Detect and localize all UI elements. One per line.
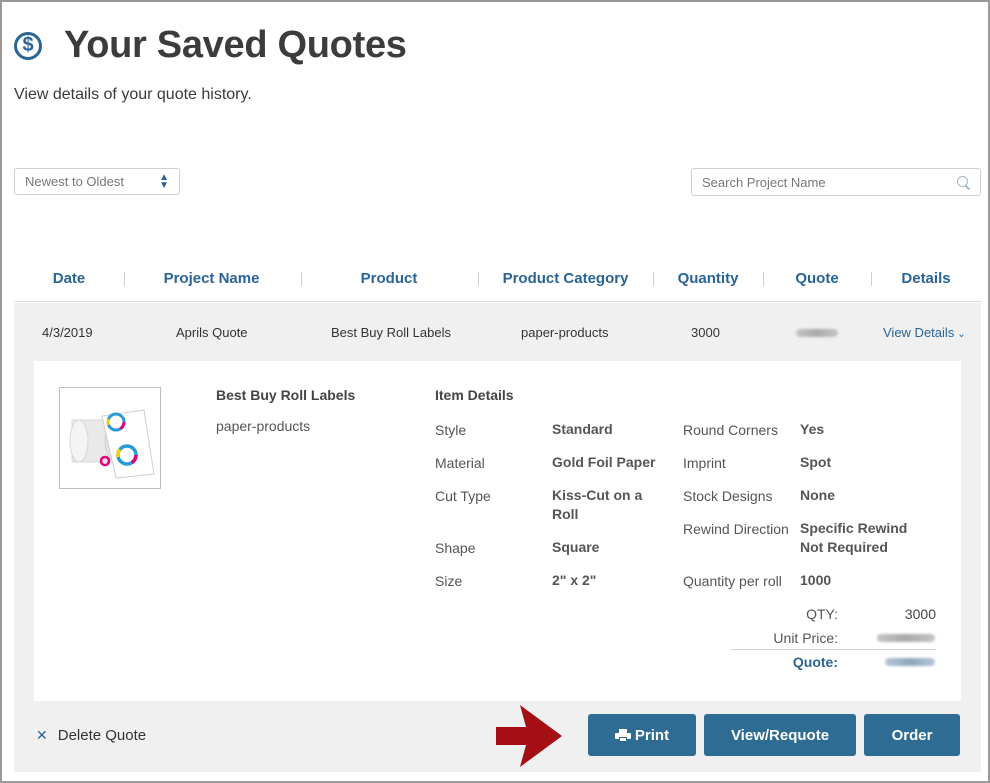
totals-divider bbox=[731, 649, 936, 650]
row-quantity: 3000 bbox=[691, 325, 720, 340]
table-header: Date Project Name Product Product Catego… bbox=[14, 262, 981, 302]
unit-price-redacted bbox=[877, 634, 935, 642]
quote-detail-panel: Best Buy Roll Labels paper-products Item… bbox=[34, 361, 961, 701]
detail-product-category: paper-products bbox=[216, 418, 311, 434]
page-header: $ Your Saved Quotes bbox=[14, 24, 407, 67]
order-button[interactable]: Order bbox=[864, 714, 960, 756]
sort-caret-icon: ▲ ▼ bbox=[159, 171, 169, 191]
col-divider bbox=[653, 272, 654, 286]
spec-label: Round Corners bbox=[683, 422, 778, 438]
col-divider bbox=[871, 272, 872, 286]
detail-product-name: Best Buy Roll Labels bbox=[216, 387, 356, 403]
col-project-name[interactable]: Project Name bbox=[154, 270, 269, 287]
spec-value: None bbox=[800, 487, 835, 503]
row-project-name: Aprils Quote bbox=[176, 325, 248, 340]
spec-label: Stock Designs bbox=[683, 488, 773, 504]
print-label: Print bbox=[634, 726, 670, 744]
print-button[interactable]: Print bbox=[588, 714, 696, 756]
sort-selected-value: Newest to Oldest bbox=[25, 174, 124, 189]
spec-value: Square bbox=[552, 539, 600, 555]
qty-value: 3000 bbox=[904, 606, 936, 622]
col-date[interactable]: Date bbox=[39, 270, 99, 287]
spec-label: Size bbox=[435, 573, 463, 589]
search-icon[interactable] bbox=[956, 175, 971, 190]
col-divider bbox=[478, 272, 479, 286]
view-requote-button[interactable]: View/Requote bbox=[704, 714, 856, 756]
search-box[interactable] bbox=[691, 168, 981, 196]
spec-label: Cut Type bbox=[435, 488, 491, 504]
col-divider bbox=[763, 272, 764, 286]
page-subtitle: View details of your quote history. bbox=[14, 86, 252, 103]
spec-label: Quantity per roll bbox=[683, 573, 782, 589]
red-arrow-annotation bbox=[496, 705, 562, 767]
chevron-down-icon: ⌄ bbox=[957, 329, 966, 340]
delete-quote-label: Delete Quote bbox=[57, 727, 147, 744]
spec-label: Material bbox=[435, 455, 485, 471]
page-frame: $ Your Saved Quotes View details of your… bbox=[0, 0, 990, 783]
col-divider bbox=[124, 272, 125, 286]
page-title: Your Saved Quotes bbox=[64, 24, 407, 66]
spec-value: Specific Rewind Not Required bbox=[800, 520, 908, 555]
spec-label: Rewind Direction bbox=[683, 521, 789, 537]
spec-value: 2" x 2" bbox=[552, 572, 597, 588]
col-product-category[interactable]: Product Category bbox=[498, 270, 633, 287]
delete-quote-button[interactable]: ✕ Delete Quote bbox=[36, 727, 146, 744]
col-details[interactable]: Details bbox=[896, 270, 956, 287]
sort-dropdown[interactable]: Newest to Oldest ▲ ▼ bbox=[14, 168, 180, 195]
product-thumbnail bbox=[59, 387, 161, 489]
row-category: paper-products bbox=[521, 325, 609, 340]
row-product: Best Buy Roll Labels bbox=[331, 325, 451, 340]
spec-value: Spot bbox=[800, 454, 832, 470]
close-icon: ✕ bbox=[36, 727, 48, 743]
printer-icon bbox=[614, 728, 631, 742]
spec-value: 1000 bbox=[800, 572, 832, 588]
col-divider bbox=[301, 272, 302, 286]
view-details-label: View Details bbox=[883, 325, 955, 340]
unit-price-label: Unit Price: bbox=[773, 630, 838, 646]
qty-label: QTY: bbox=[806, 606, 838, 622]
quote-label: Quote: bbox=[792, 654, 838, 670]
dollar-circle-icon: $ bbox=[14, 31, 42, 60]
spec-value: Gold Foil Paper bbox=[552, 454, 656, 470]
spec-label: Style bbox=[435, 422, 467, 438]
col-quantity[interactable]: Quantity bbox=[673, 270, 743, 287]
item-details-heading: Item Details bbox=[435, 387, 514, 403]
spec-label: Shape bbox=[435, 540, 476, 556]
row-date: 4/3/2019 bbox=[42, 325, 93, 340]
view-details-link[interactable]: View Details ⌄ bbox=[883, 325, 966, 340]
spec-value: Yes bbox=[800, 421, 825, 437]
row-quote-redacted bbox=[796, 329, 838, 337]
label-roll-image bbox=[69, 409, 155, 479]
search-input[interactable] bbox=[702, 174, 932, 190]
spec-value: Standard bbox=[552, 421, 613, 437]
spec-label: Imprint bbox=[683, 455, 726, 471]
quote-total-redacted bbox=[885, 658, 935, 666]
col-quote[interactable]: Quote bbox=[787, 270, 847, 287]
spec-value: Kiss-Cut on a Roll bbox=[552, 487, 643, 522]
table-row: 4/3/2019 Aprils Quote Best Buy Roll Labe… bbox=[14, 303, 981, 772]
col-product[interactable]: Product bbox=[344, 270, 434, 287]
